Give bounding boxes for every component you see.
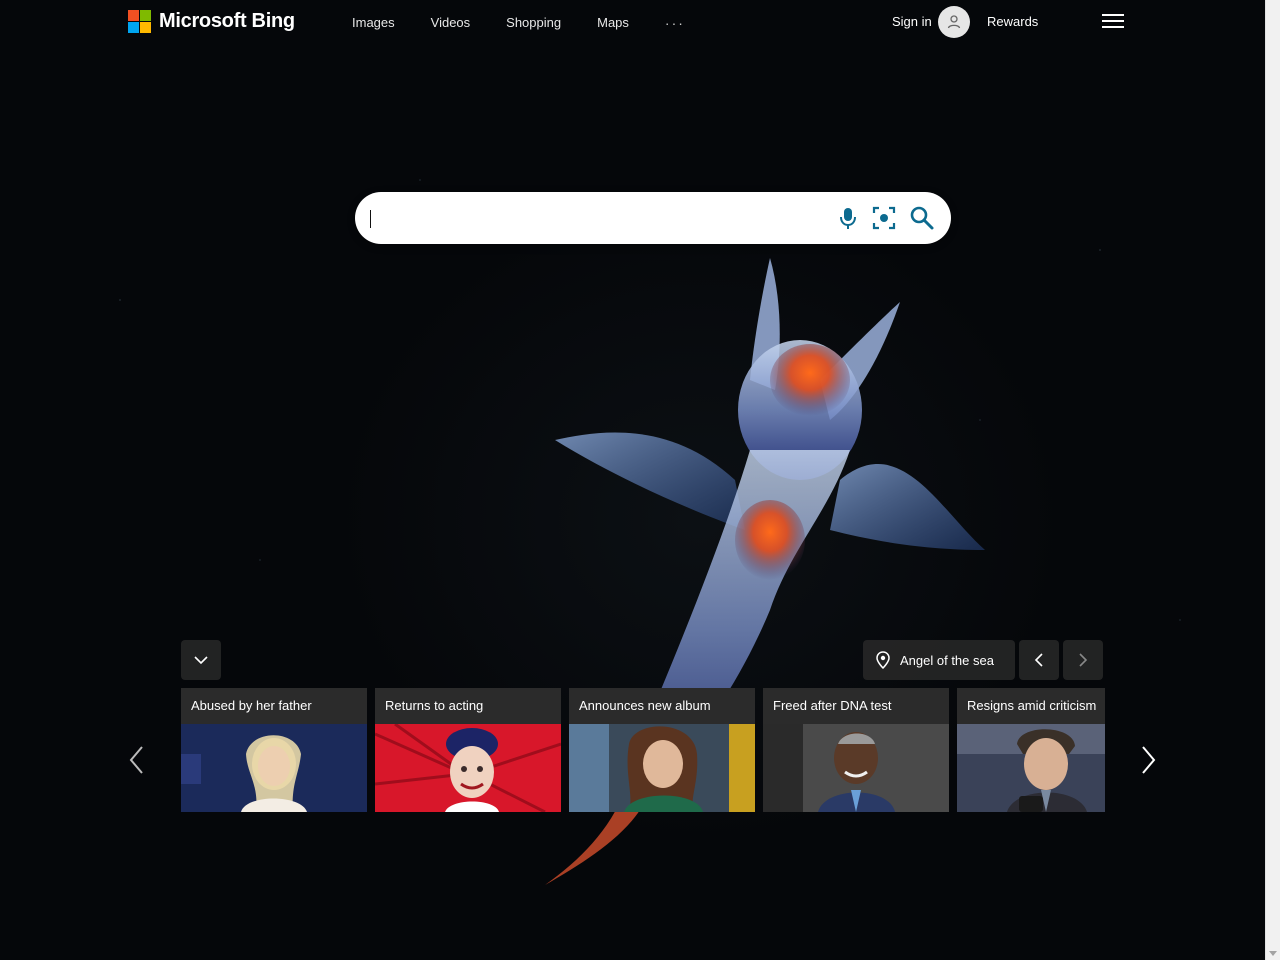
page-scrollbar[interactable] <box>1265 0 1280 960</box>
news-card-title: Resigns amid criticism <box>967 698 1097 713</box>
rewards-link[interactable]: Rewards <box>987 14 1038 29</box>
carousel-prev-button[interactable] <box>126 744 146 776</box>
text-caret <box>370 210 371 228</box>
news-card[interactable]: Freed after DNA test <box>763 688 949 812</box>
collapse-feed-button[interactable] <box>181 640 221 680</box>
nav-more-button[interactable]: ··· <box>665 15 685 31</box>
nav-shopping[interactable]: Shopping <box>506 15 561 31</box>
news-card-title: Announces new album <box>579 698 711 713</box>
image-info-button[interactable]: Angel of the sea <box>863 640 1015 680</box>
next-image-button[interactable] <box>1063 640 1103 680</box>
top-nav: Images Videos Shopping Maps ··· <box>352 15 721 31</box>
nav-images[interactable]: Images <box>352 15 395 31</box>
news-card-title: Freed after DNA test <box>773 698 892 713</box>
sign-in-link[interactable]: Sign in <box>892 14 932 29</box>
news-card[interactable]: Abused by her father <box>181 688 367 812</box>
news-card[interactable]: Returns to acting <box>375 688 561 812</box>
news-card[interactable]: Announces new album <box>569 688 755 812</box>
news-card-thumbnail <box>375 724 561 812</box>
microsoft-logo-icon <box>128 10 151 33</box>
top-header: Microsoft Bing Images Videos Shopping Ma… <box>0 0 1265 46</box>
brand-name: Microsoft Bing <box>159 10 295 32</box>
chevron-down-icon <box>194 656 208 665</box>
news-card-title: Abused by her father <box>191 698 312 713</box>
hamburger-menu-icon[interactable] <box>1102 14 1124 30</box>
chevron-right-icon <box>1142 746 1156 774</box>
chevron-right-icon <box>1079 653 1088 667</box>
visual-search-icon[interactable] <box>871 205 897 231</box>
news-card[interactable]: Resigns amid criticism <box>957 688 1105 812</box>
image-title: Angel of the sea <box>900 652 994 668</box>
search-input[interactable] <box>369 204 823 234</box>
scroll-down-icon[interactable] <box>1269 951 1277 956</box>
news-carousel: Abused by her father Returns to acting A… <box>181 688 1105 812</box>
news-card-title: Returns to acting <box>385 698 484 713</box>
search-icon[interactable] <box>909 205 935 231</box>
news-card-thumbnail <box>569 724 755 812</box>
previous-image-button[interactable] <box>1019 640 1059 680</box>
news-card-thumbnail <box>181 724 367 812</box>
chevron-left-icon <box>129 746 143 774</box>
microphone-icon[interactable] <box>835 205 861 231</box>
search-box <box>355 192 951 244</box>
nav-maps[interactable]: Maps <box>597 15 629 31</box>
avatar-icon[interactable] <box>938 6 970 38</box>
bing-logo[interactable]: Microsoft Bing <box>128 10 295 33</box>
carousel-next-button[interactable] <box>1139 744 1159 776</box>
news-card-thumbnail <box>957 724 1105 812</box>
location-pin-icon <box>876 651 890 669</box>
news-card-thumbnail <box>763 724 949 812</box>
chevron-left-icon <box>1034 653 1043 667</box>
nav-videos[interactable]: Videos <box>431 15 471 31</box>
